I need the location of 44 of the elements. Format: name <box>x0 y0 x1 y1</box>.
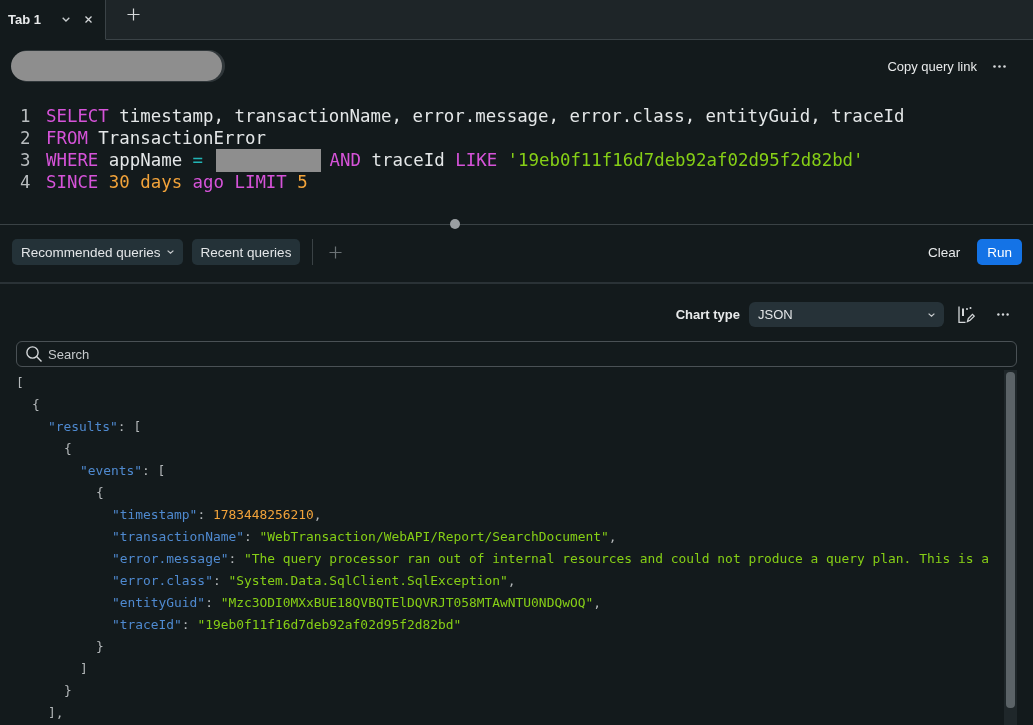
code-text: SINCE 30 days ago LIMIT 5 <box>46 172 308 192</box>
json-line: { <box>64 440 72 456</box>
chevron-down-icon <box>166 250 174 254</box>
chevron-down-icon <box>928 312 935 317</box>
code-text: WHERE appName = <box>46 150 204 170</box>
json-line: "timestamp": 1783448256210, <box>112 506 322 522</box>
recent-queries-button[interactable]: Recent queries <box>191 239 301 265</box>
line-number: 3 <box>20 150 31 170</box>
json-line: [ <box>16 374 24 390</box>
code-text: AND traceId LIKE '19eb0f11f16d7deb92af02d95f2d82bd' <box>329 150 864 170</box>
close-icon[interactable] <box>85 16 92 23</box>
json-line: "error.class": "System.Data.SqlClient.SqlException", <box>112 572 516 588</box>
json-line: } <box>64 682 72 698</box>
run-button[interactable]: Run <box>977 239 1022 265</box>
more-icon[interactable] <box>993 64 1006 68</box>
json-line: "transactionName": "WebTransaction/WebAPI/Report/SearchDocument", <box>112 528 617 544</box>
json-line: { <box>32 396 40 412</box>
recommended-queries-button[interactable]: Recommended queries <box>12 239 183 265</box>
search-field[interactable]: Search <box>16 341 1017 367</box>
resize-handle[interactable] <box>450 219 460 229</box>
json-line: "error.message": "The query processor ran out of internal resources and could not produce a query plan. This is a <box>112 550 989 566</box>
json-line: "traceId": "19eb0f11f16d7deb92af02d95f2d82bd" <box>112 616 462 632</box>
json-line: { <box>96 484 104 500</box>
line-number: 1 <box>20 106 31 126</box>
clear-button[interactable]: Clear <box>919 239 969 265</box>
scrollbar[interactable] <box>1004 370 1017 725</box>
line-number: 4 <box>20 172 31 192</box>
chart-type-select[interactable]: JSON <box>749 302 944 327</box>
json-line: "entityGuid": "Mzc3ODI0MXxBUE18QVBQTElDQVRJT058MTAwNTU0NDQwOQ", <box>112 594 601 610</box>
more-icon[interactable] <box>997 313 1009 316</box>
copy-query-link-button[interactable]: Copy query link <box>887 55 977 77</box>
json-line: "results": [ <box>48 418 142 434</box>
tab[interactable]: Tab 1 <box>0 0 106 40</box>
chart-edit-icon[interactable] <box>958 306 975 323</box>
code-text: SELECT timestamp, transactionName, error.message, error.class, entityGuid, traceId <box>46 106 905 126</box>
code-text: FROM TransactionError <box>46 128 266 148</box>
chevron-down-icon[interactable] <box>62 17 70 22</box>
json-line: ], <box>48 704 64 720</box>
json-line: ] <box>80 660 88 676</box>
json-line: "events": [ <box>80 462 166 478</box>
chart-type-label: Chart type <box>675 307 740 322</box>
search-icon <box>26 346 42 362</box>
json-line: } <box>96 638 104 654</box>
line-number: 2 <box>20 128 31 148</box>
